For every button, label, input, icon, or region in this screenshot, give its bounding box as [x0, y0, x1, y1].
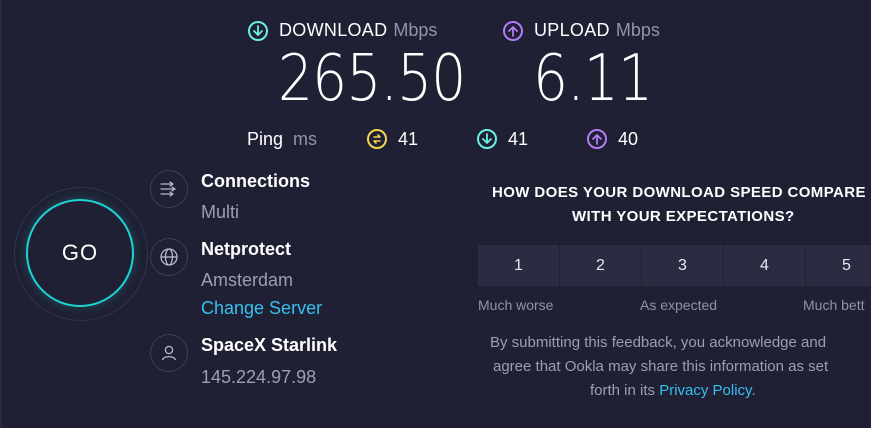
privacy-policy-link[interactable]: Privacy Policy: [659, 382, 751, 399]
scale-low-label: Much worse: [478, 297, 554, 313]
go-button-label: GO: [61, 240, 99, 265]
ping-download: 41: [477, 126, 528, 152]
upload-speed-value: 6.11: [533, 42, 653, 116]
panel-border: [0, 0, 1, 428]
survey-question-line2: WITH YOUR EXPECTATIONS?: [572, 208, 795, 225]
scale-mid-label: As expected: [640, 297, 718, 313]
provider-name: SpaceX Starlink: [201, 335, 338, 355]
rating-option-5[interactable]: 5: [806, 245, 871, 286]
ping-label: Ping: [247, 128, 284, 149]
upload-label: UPLOAD: [534, 20, 610, 40]
ping-download-value: 41: [508, 128, 529, 149]
globe-icon: [150, 238, 188, 276]
scale-high-label: Much bett: [803, 297, 865, 313]
disclaimer-line-3: forth in its Privacy Policy.: [590, 379, 756, 403]
upload-latency-icon: [587, 129, 607, 149]
ping-idle-value: 41: [398, 128, 419, 149]
change-server-link[interactable]: Change Server: [201, 298, 322, 319]
idle-latency-icon: [367, 129, 387, 149]
disclaimer-line-2: agree that Ookla may share this informat…: [493, 358, 829, 375]
download-header: DOWNLOAD Mbps: [248, 20, 437, 41]
ping-row: Ping ms: [247, 126, 317, 152]
go-button[interactable]: GO: [26, 199, 134, 307]
rating-option-2[interactable]: 2: [560, 245, 641, 286]
upload-header: UPLOAD Mbps: [503, 20, 660, 41]
results-panel: DOWNLOAD Mbps 265.50 UPLOAD Mbps 6.11 Pi…: [0, 0, 871, 428]
user-icon: [150, 334, 188, 372]
download-label: DOWNLOAD: [279, 20, 388, 40]
rating-scale: 1 2 3 4 5: [478, 245, 871, 286]
server-location: Amsterdam: [201, 270, 294, 290]
ping-upload: 40: [587, 126, 638, 152]
download-speed-value: 265.50: [278, 42, 466, 116]
server-name: Netprotect: [201, 239, 292, 259]
ping-idle: 41: [367, 126, 418, 152]
download-arrow-icon: [248, 20, 268, 41]
ping-unit: ms: [293, 128, 318, 149]
download-latency-icon: [477, 129, 497, 149]
provider-ip: 145.224.97.98: [201, 367, 317, 387]
connections-title: Connections: [201, 171, 311, 191]
disclaimer-line-1: By submitting this feedback, you acknowl…: [490, 334, 827, 351]
connections-icon: [150, 170, 188, 208]
ping-upload-value: 40: [618, 128, 639, 149]
rating-option-3[interactable]: 3: [642, 245, 723, 286]
upload-unit: Mbps: [615, 20, 660, 40]
survey-question-line1: HOW DOES YOUR DOWNLOAD SPEED COMPARE: [492, 184, 866, 201]
connections-value: Multi: [201, 202, 240, 222]
download-unit: Mbps: [393, 20, 438, 40]
disclaimer-line-3-prefix: forth in its: [590, 382, 660, 399]
rating-option-4[interactable]: 4: [724, 245, 805, 286]
disclaimer-line-3-suffix: .: [751, 382, 756, 399]
rating-option-1[interactable]: 1: [478, 245, 559, 286]
upload-arrow-icon: [503, 20, 523, 41]
